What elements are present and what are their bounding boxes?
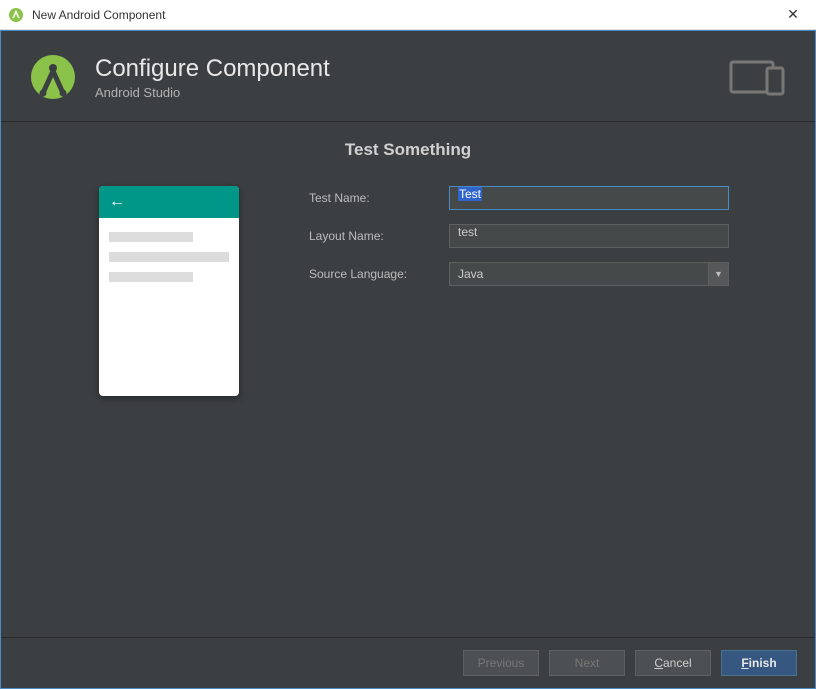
content-pane: Configure Component Android Studio Test … [0, 30, 816, 689]
source-language-label: Source Language: [309, 267, 449, 281]
field-row-layout-name: Layout Name: test [309, 224, 785, 248]
cancel-button[interactable]: Cancel [635, 650, 711, 676]
test-name-label: Test Name: [309, 191, 449, 205]
field-row-source-language: Source Language: Java ▼ [309, 262, 785, 286]
previous-button[interactable]: Previous [463, 650, 539, 676]
page-subtitle: Android Studio [95, 85, 729, 100]
mock-line [109, 232, 193, 242]
header: Configure Component Android Studio [1, 31, 815, 122]
source-language-select[interactable]: Java ▼ [449, 262, 729, 286]
titlebar: New Android Component ✕ [0, 0, 816, 30]
page-title: Configure Component [95, 55, 729, 83]
fields: Test Name: Test Layout Name: test Source… [309, 186, 785, 396]
mock-body [99, 218, 239, 306]
android-studio-icon [8, 7, 24, 23]
dropdown-icon: ▼ [708, 263, 728, 285]
form-area: ← Test Name: Test [31, 186, 785, 396]
window-title: New Android Component [32, 8, 778, 22]
footer: Previous Next Cancel Finish [1, 637, 815, 688]
field-row-test-name: Test Name: Test [309, 186, 785, 210]
next-button[interactable]: Next [549, 650, 625, 676]
close-button[interactable]: ✕ [778, 5, 808, 25]
source-language-value: Java [458, 267, 708, 281]
layout-name-input[interactable]: test [449, 224, 729, 248]
layout-name-label: Layout Name: [309, 229, 449, 243]
body: Test Something ← [1, 122, 815, 637]
mock-line [109, 252, 229, 262]
header-titles: Configure Component Android Studio [95, 55, 729, 100]
test-name-input[interactable]: Test [449, 186, 729, 210]
back-arrow-icon: ← [109, 193, 125, 211]
android-studio-logo-icon [29, 53, 77, 101]
mock-device: ← [99, 186, 239, 396]
mock-line [109, 272, 193, 282]
preview-pane: ← [99, 186, 239, 396]
finish-button[interactable]: Finish [721, 650, 797, 676]
dialog-window: New Android Component ✕ Configure Compon… [0, 0, 816, 689]
section-title: Test Something [345, 140, 471, 160]
mock-appbar: ← [99, 186, 239, 218]
device-icon [729, 58, 787, 96]
